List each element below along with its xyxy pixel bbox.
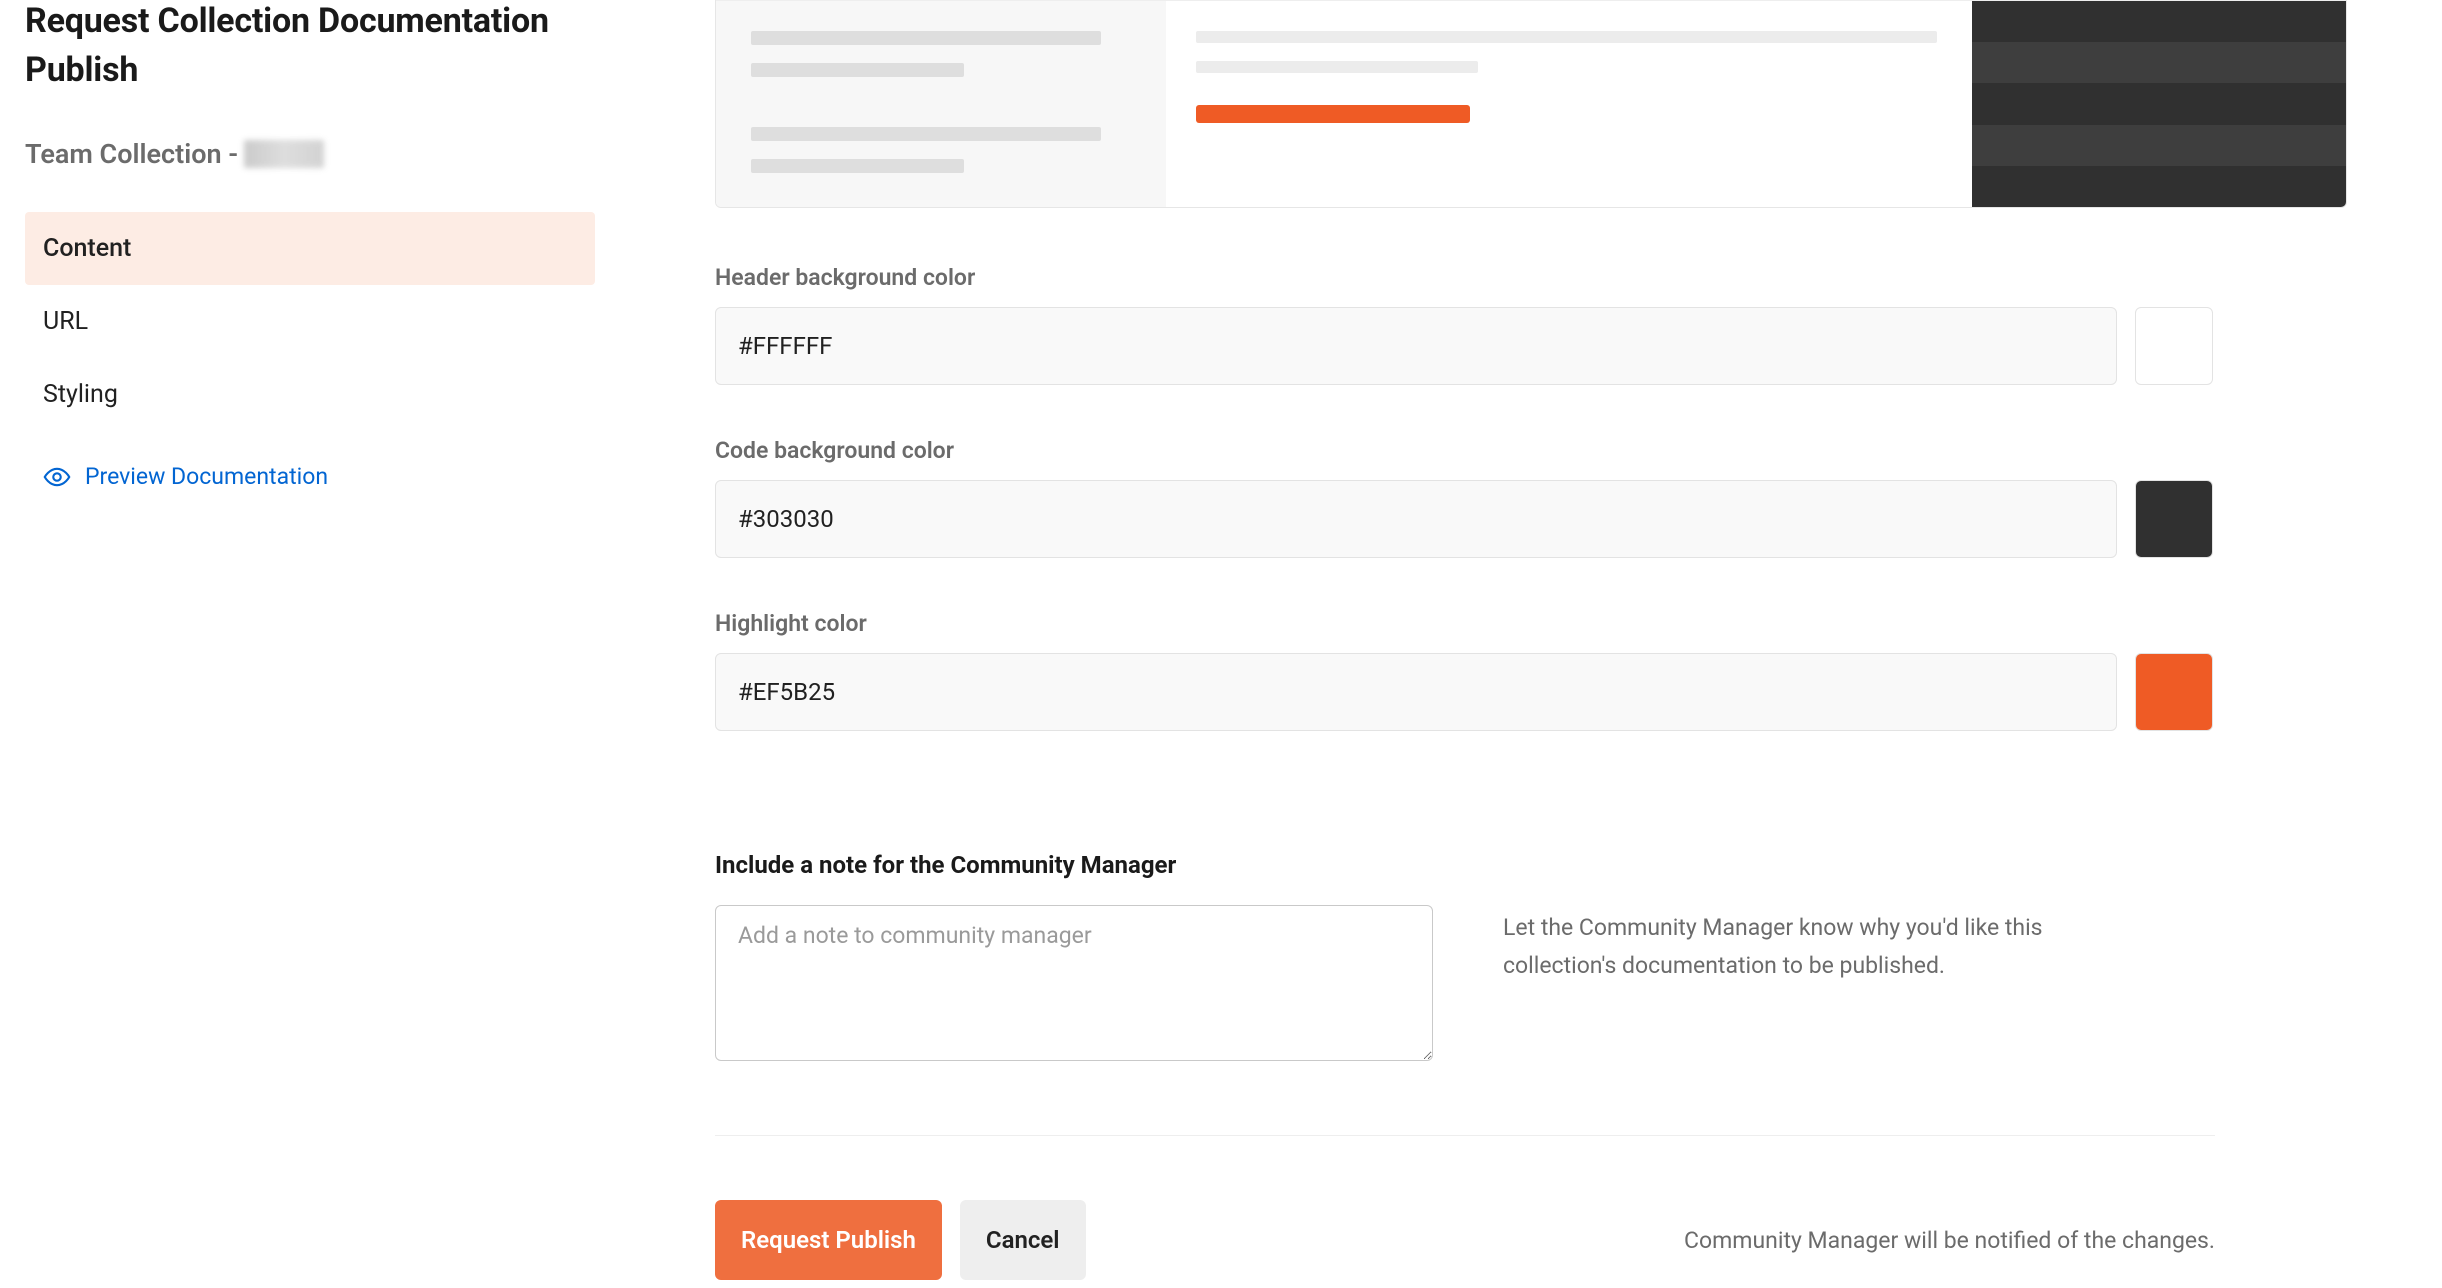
highlight-group: Highlight color [715,610,2347,731]
style-preview-card [715,0,2347,208]
community-note-textarea[interactable] [715,905,1433,1061]
header-bg-swatch[interactable] [2135,307,2213,385]
subtitle-prefix: Team Collection - [25,138,238,170]
preview-documentation-link[interactable]: Preview Documentation [25,457,595,497]
note-help-text: Let the Community Manager know why you'd… [1503,909,2123,985]
header-bg-label: Header background color [715,264,2347,291]
preview-highlight-bar [1196,105,1470,123]
code-bg-label: Code background color [715,437,2347,464]
nav-item-styling[interactable]: Styling [25,358,595,431]
collection-name-redacted [244,140,324,168]
footer-divider [715,1135,2215,1136]
header-bg-group: Header background color [715,264,2347,385]
highlight-label: Highlight color [715,610,2347,637]
code-bg-swatch[interactable] [2135,480,2213,558]
code-bg-group: Code background color [715,437,2347,558]
nav-item-content[interactable]: Content [25,212,595,285]
sidebar: Request Collection Documentation Publish… [0,0,620,1288]
preview-content-skeleton [1166,1,1972,207]
header-bg-input[interactable] [715,307,2117,385]
request-publish-button[interactable]: Request Publish [715,1200,942,1280]
note-heading: Include a note for the Community Manager [715,851,2347,879]
footer-note: Community Manager will be notified of th… [1684,1227,2215,1254]
main-content: Header background color Code background … [620,0,2442,1288]
highlight-swatch[interactable] [2135,653,2213,731]
highlight-input[interactable] [715,653,2117,731]
cancel-button[interactable]: Cancel [960,1200,1086,1280]
side-nav: Content URL Styling [25,212,595,431]
code-bg-input[interactable] [715,480,2117,558]
eye-icon [43,463,71,491]
preview-code-skeleton [1972,1,2346,207]
collection-subtitle: Team Collection - [25,138,595,170]
footer-actions: Request Publish Cancel Community Manager… [715,1200,2215,1280]
preview-header [716,0,2346,1]
page-title: Request Collection Documentation Publish [25,0,595,96]
community-note-section: Include a note for the Community Manager… [715,851,2347,1061]
preview-link-label: Preview Documentation [85,463,328,490]
nav-item-url[interactable]: URL [25,285,595,358]
preview-sidebar-skeleton [716,1,1166,207]
